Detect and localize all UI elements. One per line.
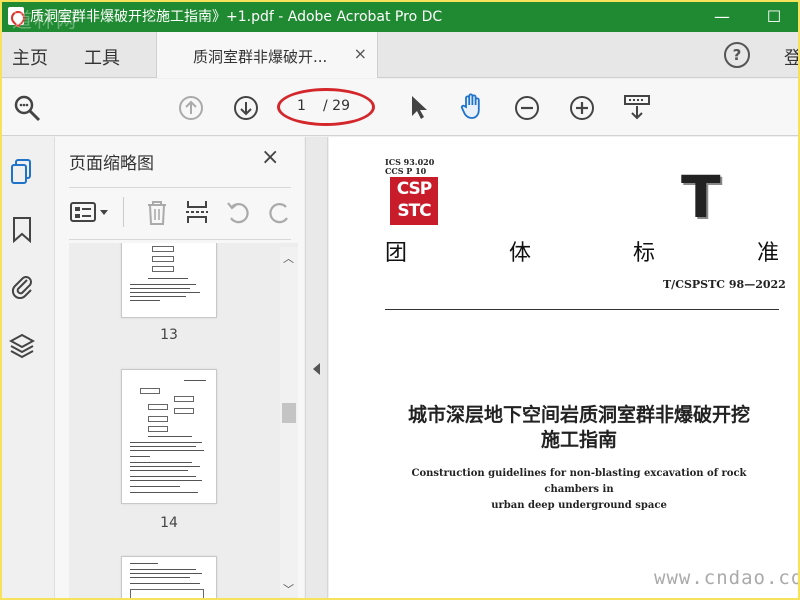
previous-page-icon[interactable] xyxy=(176,93,206,123)
window-title: 质洞室群非爆破开挖施工指南》+1.pdf - Adobe Acrobat Pro… xyxy=(30,9,443,25)
standard-code: T/CSPSTC 98—2022 xyxy=(663,278,786,291)
header-rule xyxy=(385,309,779,310)
layers-icon[interactable] xyxy=(9,331,35,359)
thumbnail-page-14[interactable] xyxy=(121,369,217,504)
panel-splitter[interactable] xyxy=(305,137,328,600)
attachment-icon[interactable] xyxy=(9,271,35,299)
standard-char-2: 体 xyxy=(509,241,532,266)
thumbnail-label: 13 xyxy=(160,327,178,343)
site-watermark-url: www.cndao.com xyxy=(654,567,800,589)
extract-pages-icon[interactable] xyxy=(183,197,211,227)
zoom-search-icon[interactable] xyxy=(12,93,42,123)
select-arrow-icon[interactable] xyxy=(404,92,434,122)
page-thumbnails-icon[interactable] xyxy=(9,157,35,185)
window-controls: — ☐ xyxy=(696,0,800,32)
page-number-field[interactable]: 1 / 29 xyxy=(277,88,375,126)
bookmark-icon[interactable] xyxy=(9,215,35,243)
document-title-chinese: 城市深层地下空间岩质洞室群非爆破开挖 施工指南 xyxy=(407,404,750,451)
standard-char-1: 团 xyxy=(385,241,408,266)
rotate-right-icon[interactable] xyxy=(265,197,293,227)
ics-code: ICS 93.020 CCS P 10 xyxy=(385,157,435,176)
standard-char-4: 准 xyxy=(757,241,780,266)
minimize-button[interactable]: — xyxy=(696,0,748,32)
rotate-left-icon[interactable] xyxy=(225,197,253,227)
tab-document[interactable]: 质洞室群非爆破开... × xyxy=(156,32,378,78)
page-thumbnails-panel: 页面缩略图 × 13 14 ︿ ﹀ xyxy=(54,137,304,600)
thumbnail-page-15[interactable] xyxy=(121,556,217,598)
thumbnail-options-icon[interactable] xyxy=(69,197,113,227)
tab-bar: 主页 工具 质洞室群非爆破开... × ? 登 xyxy=(0,32,800,78)
maximize-button[interactable]: ☐ xyxy=(748,0,800,32)
thumbnail-label: 14 xyxy=(160,515,178,531)
hand-tool-icon[interactable] xyxy=(457,91,487,121)
red-highlight-ellipse xyxy=(277,88,375,126)
panel-divider xyxy=(69,239,291,240)
scroll-down-arrow-icon[interactable]: ﹀ xyxy=(283,581,294,597)
collapse-panel-icon[interactable] xyxy=(313,363,320,375)
scrollbar-thumb[interactable] xyxy=(282,403,296,423)
document-page[interactable]: ICS 93.020 CCS P 10 CSP STC T 团 体 标 准 T/… xyxy=(329,137,800,600)
document-title-english: Construction guidelines for non-blasting… xyxy=(411,468,747,511)
tab-tools[interactable]: 工具 xyxy=(84,44,120,70)
standard-type-letter: T xyxy=(681,163,721,231)
panel-divider xyxy=(69,187,291,188)
document-tab-label: 质洞室群非爆破开... xyxy=(193,48,328,66)
delete-page-icon[interactable] xyxy=(143,197,171,227)
site-watermark: 道林网 xyxy=(12,8,78,32)
title-bar: 质洞室群非爆破开挖施工指南》+1.pdf - Adobe Acrobat Pro… xyxy=(0,0,800,32)
help-button[interactable]: ? xyxy=(724,42,750,68)
zoom-in-icon[interactable] xyxy=(567,93,597,123)
login-button[interactable]: 登 xyxy=(784,44,800,70)
scroll-mode-icon[interactable] xyxy=(622,92,652,122)
toolbar-divider xyxy=(123,197,124,227)
main-toolbar: 1 / 29 xyxy=(0,79,800,136)
tab-home[interactable]: 主页 xyxy=(12,44,48,70)
panel-close-button[interactable]: × xyxy=(261,145,279,170)
next-page-icon[interactable] xyxy=(231,93,261,123)
close-tab-button[interactable]: × xyxy=(354,44,367,63)
scroll-up-arrow-icon[interactable]: ︿ xyxy=(283,250,294,266)
standard-char-3: 标 xyxy=(633,241,656,266)
zoom-out-icon[interactable] xyxy=(512,93,542,123)
thumbnail-list[interactable]: 13 14 xyxy=(69,243,298,598)
cspstc-logo: CSP STC xyxy=(390,177,438,225)
panel-title: 页面缩略图 xyxy=(69,154,154,174)
navigation-rail xyxy=(0,137,44,600)
thumbnail-scrollbar[interactable]: ︿ ﹀ xyxy=(280,247,298,597)
thumbnail-page-13[interactable] xyxy=(121,243,217,318)
